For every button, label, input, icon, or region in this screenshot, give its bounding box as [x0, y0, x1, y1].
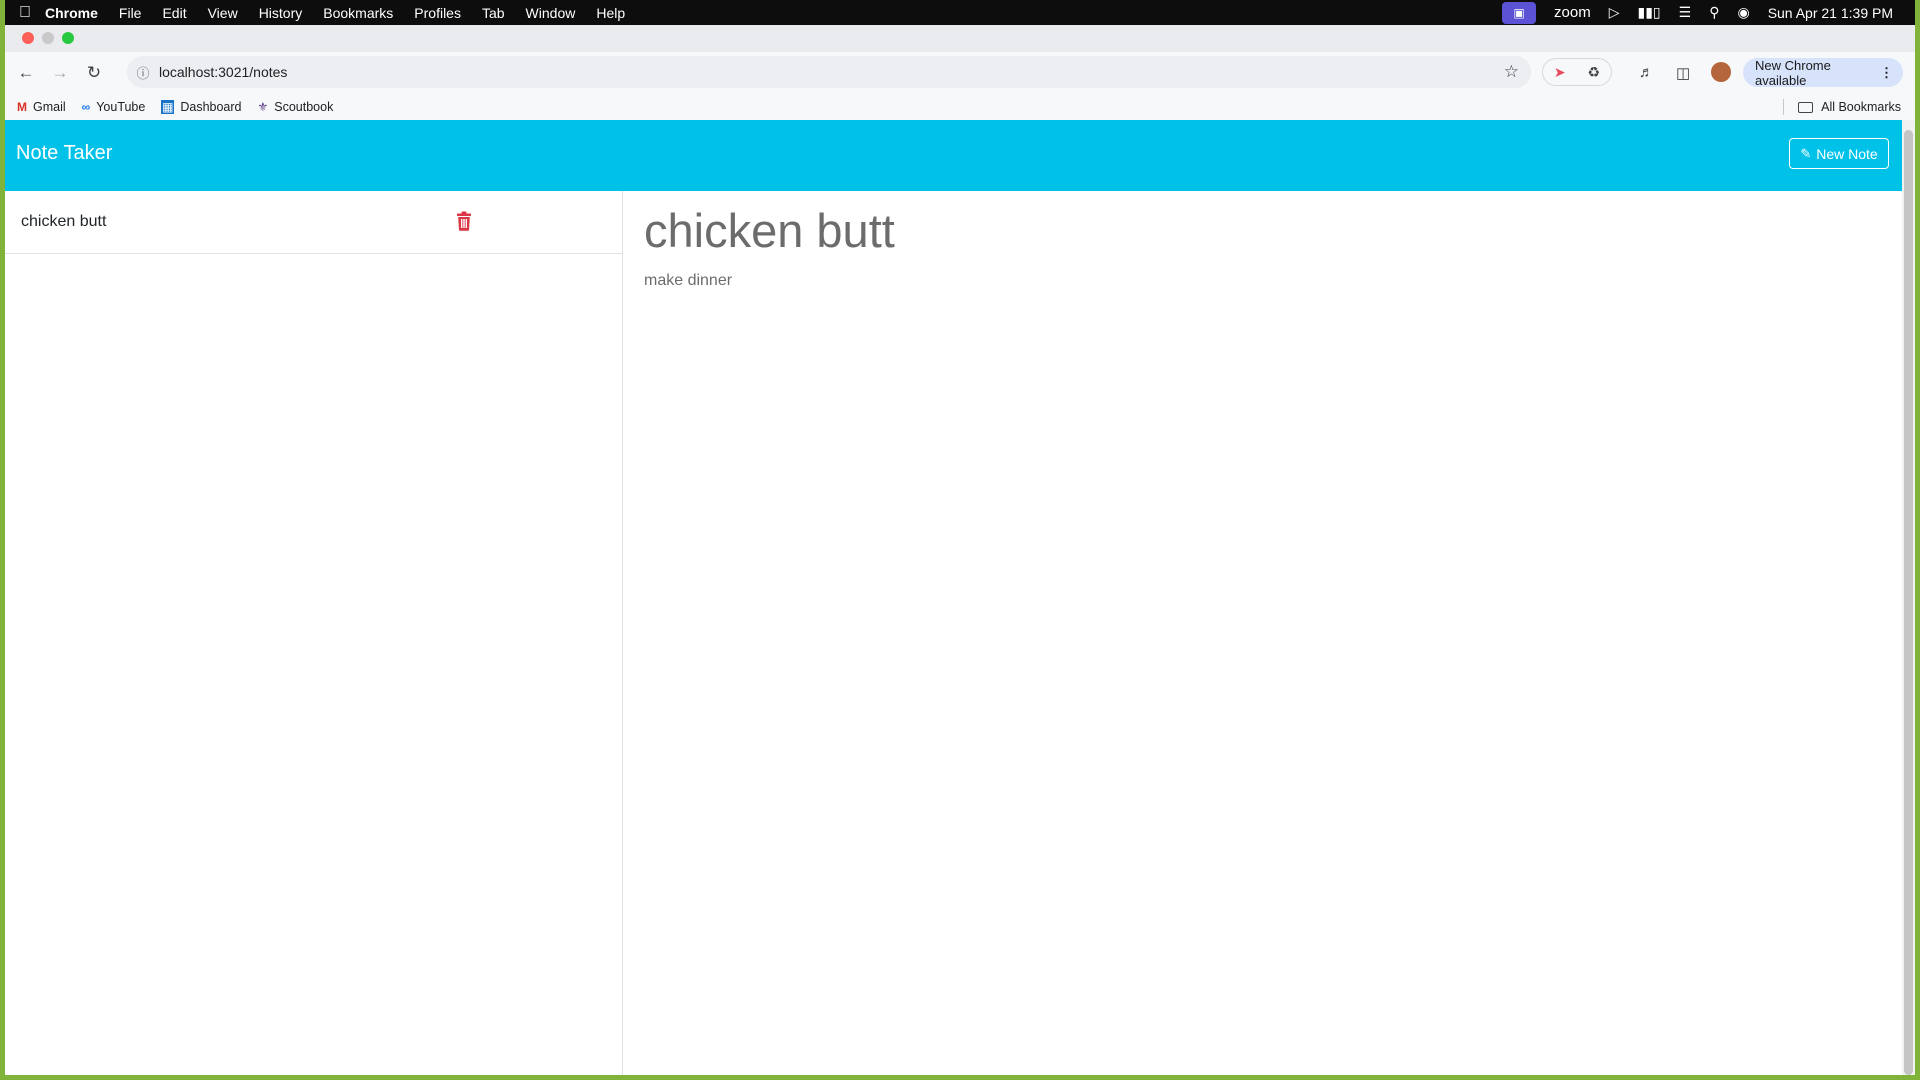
back-arrow-icon[interactable]: ←	[9, 63, 43, 83]
minimize-window-button[interactable]	[42, 32, 54, 44]
status-area: ▣ zoom ▷ ▮▮▯ ☰ ⚲ ◉ Sun Apr 21 1:39 PM	[1502, 1, 1915, 24]
bookmark-dashboard[interactable]: ▦ Dashboard	[161, 100, 242, 114]
spotlight-icon[interactable]: ⚲	[1709, 4, 1719, 21]
clock[interactable]: Sun Apr 21 1:39 PM	[1768, 5, 1893, 21]
bookmark-label: Dashboard	[180, 100, 242, 114]
menu-view[interactable]: View	[208, 5, 238, 21]
dashboard-icon: ▦	[161, 100, 175, 114]
all-bookmarks-button[interactable]: All Bookmarks	[1783, 99, 1901, 115]
menu-help[interactable]: Help	[596, 5, 625, 21]
menu-history[interactable]: History	[259, 5, 303, 21]
menu-file[interactable]: File	[119, 5, 142, 21]
note-editor: chicken butt make dinner	[624, 191, 1902, 1075]
bookmark-gmail[interactable]: M Gmail	[17, 100, 66, 114]
folder-icon	[1798, 101, 1814, 113]
bookmark-label: Gmail	[33, 100, 66, 114]
more-menu-icon[interactable]: ⋮	[1880, 65, 1893, 81]
note-text-field[interactable]: make dinner	[644, 272, 732, 290]
menu-tab[interactable]: Tab	[482, 5, 505, 21]
bookmark-star-icon[interactable]: ☆	[1504, 62, 1519, 82]
forward-arrow-icon[interactable]: →	[43, 63, 77, 83]
meta-icon: ∞	[81, 100, 91, 114]
extensions-group: ➤ ♻	[1542, 58, 1612, 86]
battery-icon[interactable]: ▮▮▯	[1638, 4, 1661, 21]
menu-edit[interactable]: Edit	[162, 5, 186, 21]
all-bookmarks-label: All Bookmarks	[1821, 100, 1901, 114]
gmail-icon: M	[17, 100, 27, 114]
mac-menu-bar:  Chrome File Edit View History Bookmark…	[5, 0, 1915, 25]
app-navbar: Note Taker ✎ New Note	[5, 120, 1915, 191]
fullscreen-window-button[interactable]	[62, 32, 74, 44]
tab-strip	[5, 25, 1915, 52]
profile-avatar[interactable]	[1711, 62, 1731, 82]
wifi-icon[interactable]: ☰	[1679, 4, 1692, 21]
play-icon[interactable]: ▷	[1609, 4, 1620, 21]
screen:  Chrome File Edit View History Bookmark…	[5, 0, 1915, 1075]
extension-icon[interactable]: ➤	[1554, 64, 1566, 81]
bookmark-label: Scoutbook	[274, 100, 334, 114]
close-window-button[interactable]	[22, 32, 34, 44]
bookmark-scoutbook[interactable]: ⚜ Scoutbook	[258, 100, 334, 114]
menu-window[interactable]: Window	[526, 5, 576, 21]
bookmarks-bar: M Gmail ∞ YouTube ▦ Dashboard ⚜ Scoutboo…	[5, 94, 1915, 120]
apple-icon[interactable]: 	[5, 4, 45, 22]
scrollbar-thumb[interactable]	[1904, 130, 1913, 1075]
zoom-share-icon[interactable]: ▣	[1502, 1, 1537, 24]
site-info-icon[interactable]: ⓘ	[127, 63, 159, 82]
note-list: chicken butt	[5, 191, 623, 1075]
chrome-update-button[interactable]: New Chrome available ⋮	[1743, 57, 1903, 88]
control-center-icon[interactable]: ◉	[1737, 4, 1749, 21]
note-taker-app: Note Taker ✎ New Note chicken butt chick…	[5, 120, 1915, 1075]
menu-chrome[interactable]: Chrome	[45, 5, 98, 21]
menu-profiles[interactable]: Profiles	[414, 5, 461, 21]
bookmark-youtube[interactable]: ∞ YouTube	[82, 100, 146, 114]
app-brand[interactable]: Note Taker	[16, 142, 112, 165]
trash-icon[interactable]	[456, 211, 472, 231]
address-bar[interactable]: ⓘ localhost:3021/notes ☆	[127, 56, 1531, 88]
puzzle-icon[interactable]: ♻	[1588, 64, 1601, 81]
bookmark-label: YouTube	[96, 100, 146, 114]
fleur-de-lis-icon: ⚜	[257, 100, 269, 114]
side-panel-icon[interactable]: ◫	[1676, 64, 1690, 82]
note-list-title[interactable]: chicken butt	[21, 213, 106, 231]
update-label: New Chrome available	[1755, 57, 1831, 88]
note-title-field[interactable]: chicken butt	[644, 203, 895, 258]
reload-icon[interactable]: ↻	[77, 63, 111, 83]
new-note-button[interactable]: ✎ New Note	[1789, 138, 1889, 169]
zoom-status[interactable]: zoom	[1554, 4, 1591, 21]
media-controls-icon[interactable]: ♬	[1639, 64, 1654, 81]
new-note-label: New Note	[1816, 145, 1878, 162]
menu-bookmarks[interactable]: Bookmarks	[323, 5, 393, 21]
edit-icon: ✎	[1800, 145, 1812, 161]
url-text[interactable]: localhost:3021/notes	[159, 64, 287, 80]
list-item[interactable]: chicken butt	[5, 191, 622, 254]
divider	[1783, 99, 1785, 115]
browser-toolbar: ← → ↻ ⓘ localhost:3021/notes ☆ ➤ ♻ ♬ ◫ N…	[5, 52, 1915, 94]
